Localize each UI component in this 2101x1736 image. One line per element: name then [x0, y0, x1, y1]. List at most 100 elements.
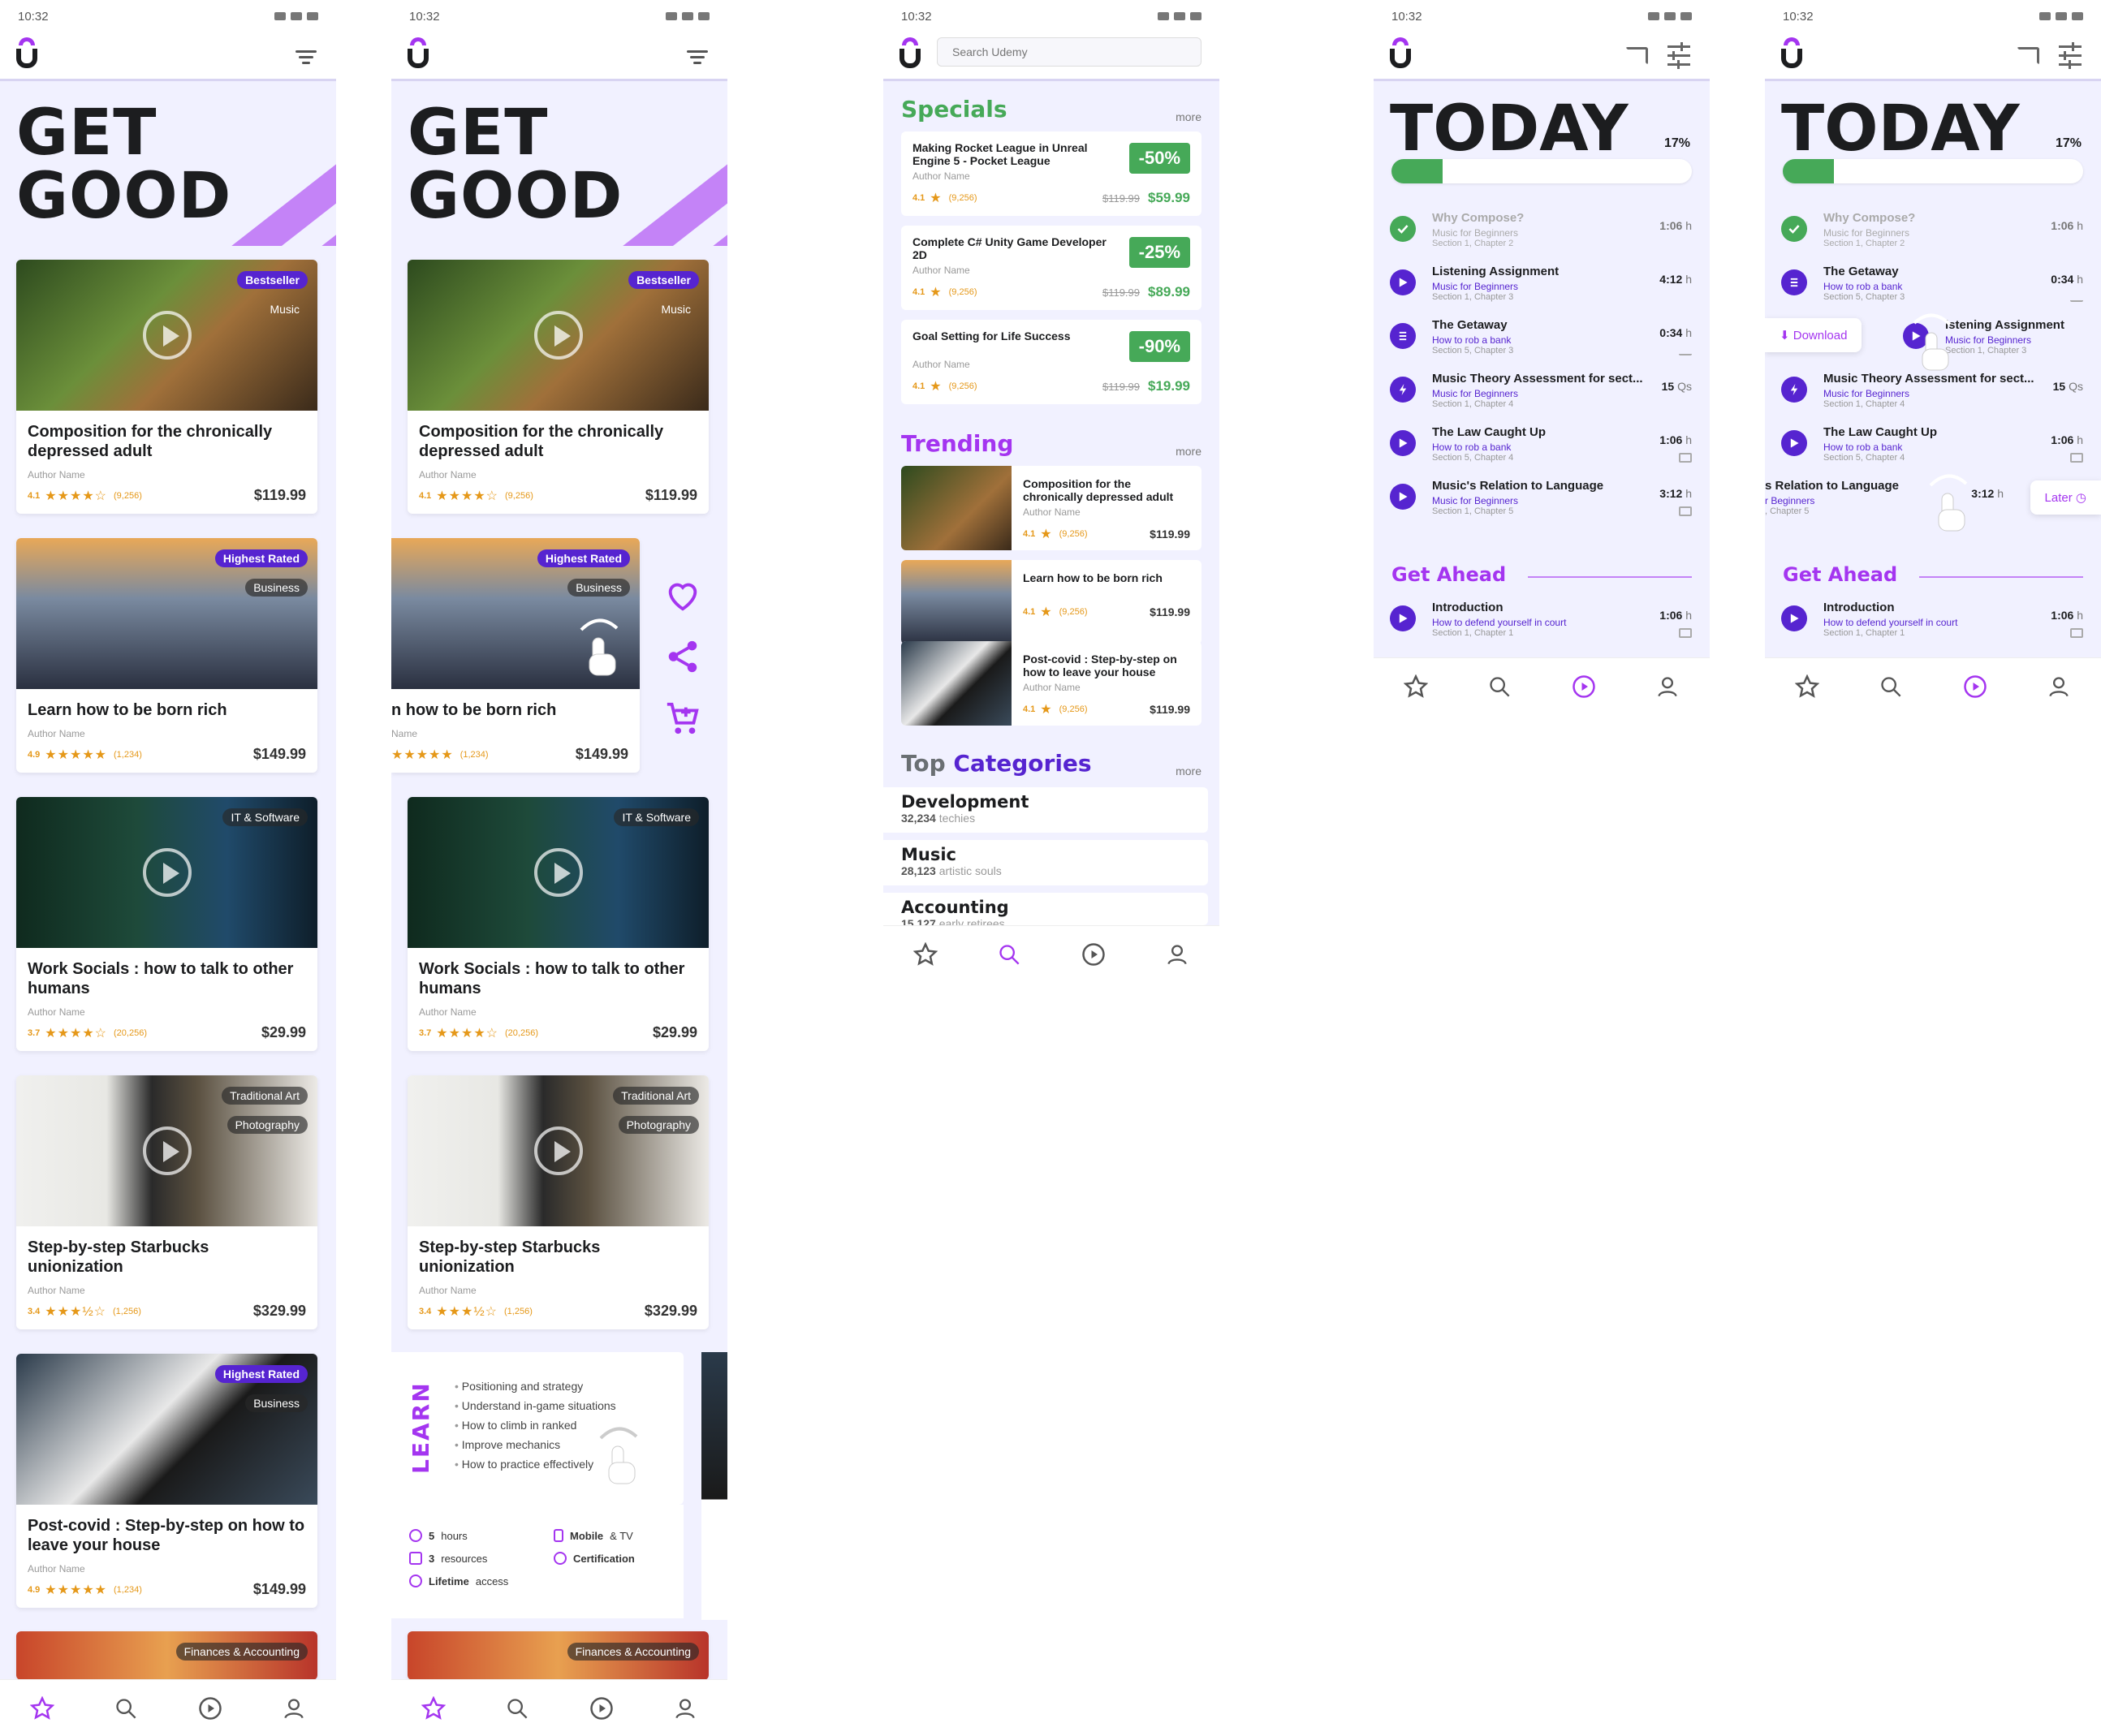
- play-icon[interactable]: [1390, 269, 1416, 295]
- quiz-bolt-icon[interactable]: [1390, 377, 1416, 403]
- lesson-row[interactable]: Introduction How to defend yourself in c…: [1781, 601, 2083, 646]
- category-item[interactable]: Accounting 15,127 early retirees: [883, 893, 1208, 925]
- course-thumbnail: Traditional Art Photography: [16, 1075, 317, 1226]
- play-icon[interactable]: [533, 311, 583, 360]
- featured-star-icon[interactable]: [28, 1695, 56, 1722]
- course-card[interactable]: IT & Software Work Socials : how to talk…: [16, 797, 317, 1051]
- later-button[interactable]: Later ◷: [2030, 480, 2101, 515]
- category-item[interactable]: Development 32,234 techies: [883, 787, 1208, 833]
- special-card[interactable]: Making Rocket League in Unreal Engine 5 …: [901, 131, 1201, 216]
- lesson-row[interactable]: Why Compose? Music for Beginners Section…: [1781, 211, 2083, 256]
- cast-icon[interactable]: [1625, 47, 1648, 65]
- search-icon[interactable]: [1877, 673, 1905, 700]
- udemy-logo[interactable]: [900, 37, 921, 70]
- lesson-row[interactable]: Music Theory Assessment for sect... Music…: [1390, 372, 1692, 417]
- trending-card[interactable]: Post-covid : Step-by-step on how to leav…: [901, 641, 1201, 726]
- udemy-logo[interactable]: [1781, 37, 1802, 70]
- play-icon[interactable]: [142, 311, 192, 360]
- search-input[interactable]: [937, 37, 1201, 67]
- play-icon[interactable]: [1390, 484, 1416, 510]
- trending-more-link[interactable]: more: [1176, 445, 1201, 458]
- lesson-row[interactable]: The Getaway How to rob a bank Section 5, C…: [1390, 318, 1692, 364]
- account-icon[interactable]: [2045, 673, 2073, 700]
- settings-sliders-icon[interactable]: [2059, 42, 2082, 69]
- search-icon[interactable]: [503, 1695, 531, 1722]
- account-icon[interactable]: [1654, 673, 1681, 700]
- course-author: Author Name: [28, 1006, 85, 1018]
- search-icon[interactable]: [995, 941, 1023, 968]
- article-icon[interactable]: [1390, 323, 1416, 349]
- course-card[interactable]: Traditional Art Photography Step-by-step…: [16, 1075, 317, 1329]
- account-icon[interactable]: [280, 1695, 308, 1722]
- udemy-logo[interactable]: [408, 37, 429, 70]
- lesson-row[interactable]: Music Theory Assessment for sect... Musi…: [1781, 372, 2083, 417]
- course-card[interactable]: Finances & Accounting: [16, 1631, 317, 1680]
- specials-more-link[interactable]: more: [1176, 110, 1201, 123]
- my-learning-play-icon[interactable]: [588, 1695, 615, 1722]
- sale-price: $59.99: [1148, 190, 1190, 205]
- course-card[interactable]: Bestseller Music Composition for the chr…: [408, 260, 709, 514]
- article-icon[interactable]: [1781, 269, 1807, 295]
- status-bar: 10:32: [883, 0, 1219, 32]
- wishlist-heart-icon[interactable]: [664, 576, 701, 614]
- share-icon[interactable]: [664, 638, 701, 675]
- download-button[interactable]: ⬇ Download: [1765, 318, 1862, 352]
- course-card[interactable]: IT & Software Work Socials : how to talk…: [408, 797, 709, 1051]
- search-icon[interactable]: [1486, 673, 1513, 700]
- cast-icon[interactable]: [2017, 47, 2039, 65]
- category-count: 15,127: [901, 917, 936, 925]
- check-icon[interactable]: [1390, 216, 1416, 242]
- play-icon[interactable]: [1781, 605, 1807, 631]
- lesson-row[interactable]: Why Compose? Music for Beginners Section 1…: [1390, 211, 1692, 256]
- featured-star-icon[interactable]: [912, 941, 939, 968]
- special-card[interactable]: Complete C# Unity Game Developer 2D Auth…: [901, 226, 1201, 310]
- udemy-logo[interactable]: [1390, 37, 1411, 70]
- next-card-peek[interactable]: [701, 1352, 727, 1620]
- play-icon[interactable]: [1390, 605, 1416, 631]
- my-learning-play-icon[interactable]: [1961, 673, 1989, 700]
- lesson-row[interactable]: Listening Assignment Music for Beginners S…: [1390, 265, 1692, 310]
- trending-card[interactable]: Composition for the chronically depresse…: [901, 466, 1201, 550]
- course-card[interactable]: Highest Rated Business Post-covid : Step…: [16, 1354, 317, 1608]
- filter-menu-icon[interactable]: [296, 50, 317, 65]
- udemy-logo[interactable]: [16, 37, 37, 70]
- account-icon[interactable]: [671, 1695, 699, 1722]
- course-card[interactable]: Bestseller Music Composition for the chr…: [16, 260, 317, 514]
- featured-star-icon[interactable]: [1402, 673, 1430, 700]
- featured-star-icon[interactable]: [420, 1695, 447, 1722]
- download-icon[interactable]: [2070, 292, 2083, 302]
- lesson-row[interactable]: The Law Caught Up How to rob a bank Sectio…: [1390, 425, 1692, 471]
- categories-more-link[interactable]: more: [1176, 765, 1201, 778]
- course-card[interactable]: Highest Rated Business Learn how to be b…: [16, 538, 317, 773]
- add-to-cart-icon[interactable]: [664, 700, 701, 737]
- my-learning-play-icon[interactable]: [1080, 941, 1107, 968]
- account-icon[interactable]: [1163, 941, 1191, 968]
- play-icon[interactable]: [142, 1126, 192, 1175]
- course-card[interactable]: Traditional Art Photography Step-by-step…: [408, 1075, 709, 1329]
- category-item[interactable]: Music 28,123 artistic souls: [883, 840, 1208, 885]
- course-preview-flipped[interactable]: LEARN Positioning and strategy Understan…: [391, 1352, 684, 1505]
- settings-sliders-icon[interactable]: [1667, 42, 1690, 69]
- play-icon[interactable]: [1781, 430, 1807, 456]
- play-icon[interactable]: [142, 848, 192, 897]
- lesson-row[interactable]: Introduction How to defend yourself in c…: [1390, 601, 1692, 646]
- featured-star-icon[interactable]: [1793, 673, 1821, 700]
- lesson-row[interactable]: The Getaway How to rob a bank Section 5,…: [1781, 265, 2083, 310]
- check-icon[interactable]: [1781, 216, 1807, 242]
- lesson-section: Section 1, Chapter 1: [1432, 628, 1514, 638]
- course-card[interactable]: Finances & Accounting: [408, 1631, 709, 1680]
- play-icon[interactable]: [1390, 430, 1416, 456]
- special-card[interactable]: Goal Setting for Life Success Author Nam…: [901, 320, 1201, 404]
- quiz-bolt-icon[interactable]: [1781, 377, 1807, 403]
- filter-menu-icon[interactable]: [687, 50, 708, 65]
- lesson-duration: 1:06 h: [1659, 219, 1692, 232]
- play-icon[interactable]: [533, 848, 583, 897]
- lesson-row[interactable]: The Law Caught Up How to rob a bank Sect…: [1781, 425, 2083, 471]
- trending-card[interactable]: Learn how to be born rich 4.1 ★ (9,256) $11…: [901, 560, 1201, 644]
- download-icon[interactable]: [1679, 346, 1692, 355]
- lesson-row[interactable]: Music's Relation to Language Music for Be…: [1390, 479, 1692, 524]
- search-icon[interactable]: [112, 1695, 140, 1722]
- my-learning-play-icon[interactable]: [1570, 673, 1598, 700]
- my-learning-play-icon[interactable]: [196, 1695, 224, 1722]
- play-icon[interactable]: [533, 1126, 583, 1175]
